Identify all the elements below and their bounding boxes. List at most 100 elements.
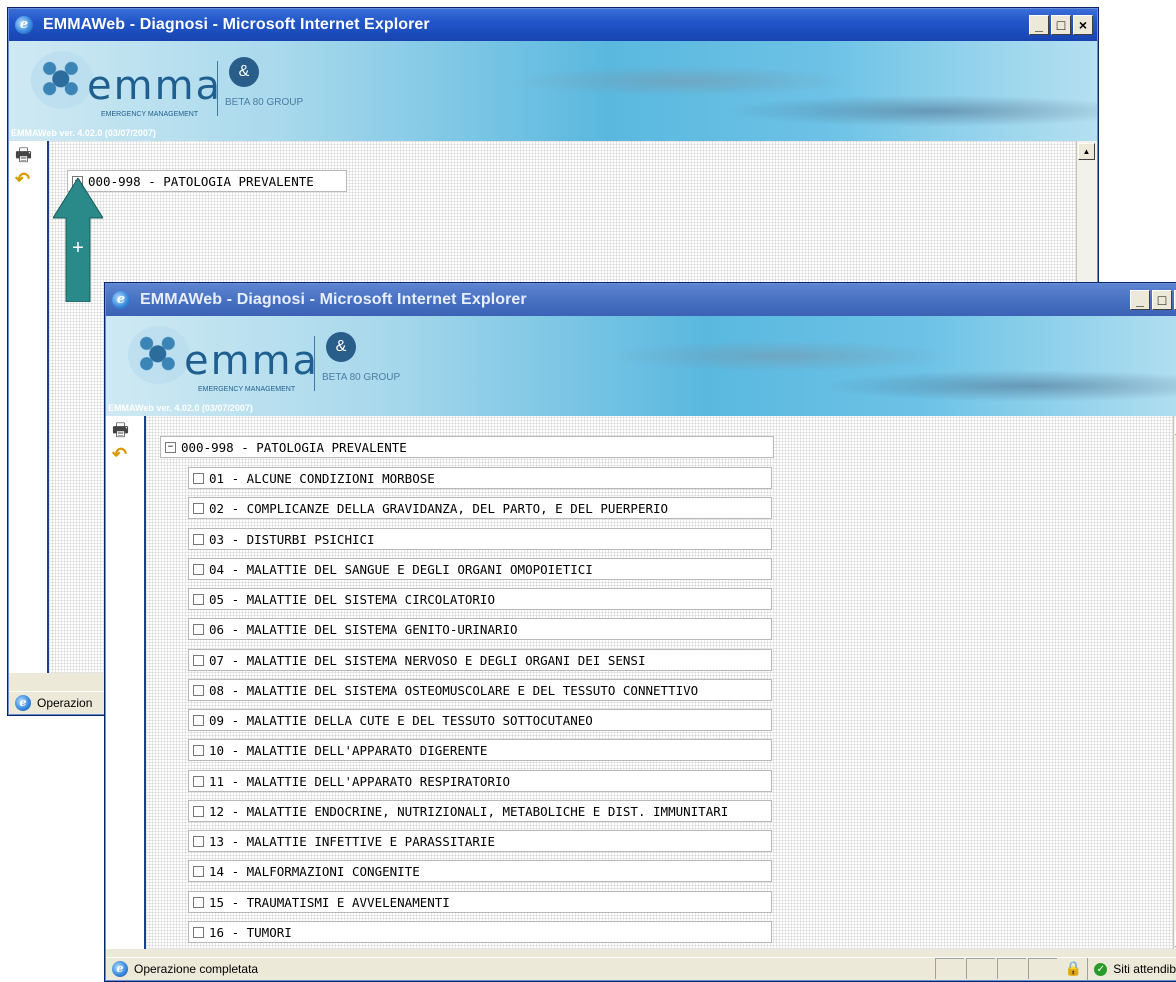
tree-child-node[interactable]: 10 - MALATTIE DELL'APPARATO DIGERENTE [188, 739, 772, 761]
checkbox[interactable] [193, 835, 204, 847]
tree-panel: − 000-998 - PATOLOGIA PREVALENTE 01 - AL… [146, 416, 1174, 949]
ie-logo-icon: e [112, 291, 130, 309]
checkbox[interactable] [193, 775, 204, 787]
emma-logo-icon [128, 326, 190, 384]
tree-child-node[interactable]: 14 - MALFORMAZIONI CONGENITE [188, 860, 772, 882]
tree-node-label: 12 - MALATTIE ENDOCRINE, NUTRIZIONALI, M… [209, 803, 729, 819]
minimize-button[interactable]: _ [1130, 290, 1150, 310]
tree-child-node[interactable]: 15 - TRAUMATISMI E AVVELENAMENTI [188, 891, 772, 913]
checkbox[interactable] [193, 926, 204, 938]
tree-child-node[interactable]: 03 - DISTURBI PSICHICI [188, 528, 772, 550]
checkbox[interactable] [193, 654, 204, 666]
checkbox[interactable] [193, 714, 204, 726]
beta80-logo-icon: & [229, 57, 259, 87]
tree-node-label: 10 - MALATTIE DELL'APPARATO DIGERENTE [209, 742, 488, 758]
logo-wordmark: emma [87, 63, 223, 109]
checkbox[interactable] [193, 865, 204, 877]
beta80-logo-icon: & [326, 332, 356, 362]
emma-logo-icon [31, 51, 93, 109]
tree-node-label: 07 - MALATTIE DEL SISTEMA NERVOSO E DEGL… [209, 652, 646, 668]
expand-annotation-arrow: + [53, 178, 103, 302]
tree-node-label: 04 - MALATTIE DEL SANGUE E DEGLI ORGANI … [209, 561, 593, 577]
tree-child-node[interactable]: 13 - MALATTIE INFETTIVE E PARASSITARIE [188, 830, 772, 852]
emma-banner: emma EMERGENCY MANAGEMENT & BETA 80 GROU… [106, 316, 1176, 416]
tree-child-node[interactable]: 06 - MALATTIE DEL SISTEMA GENITO-URINARI… [188, 618, 772, 640]
emma-banner: emma EMERGENCY MANAGEMENT & BETA 80 GROU… [9, 41, 1097, 141]
title-bar[interactable]: e EMMAWeb - Diagnosi - Microsoft Interne… [9, 9, 1097, 41]
status-bar: e Operazione completata 🔒 ✓ Siti attendi… [106, 957, 1176, 980]
status-panel [1028, 958, 1058, 979]
scroll-up-button[interactable]: ▲ [1078, 143, 1095, 160]
checkbox[interactable] [193, 805, 204, 817]
minimize-button[interactable]: _ [1029, 15, 1049, 35]
tree-child-node[interactable]: 04 - MALATTIE DEL SANGUE E DEGLI ORGANI … [188, 558, 772, 580]
status-panel [997, 958, 1027, 979]
checkbox[interactable] [193, 623, 204, 635]
printer-icon[interactable]: 🖶 [15, 145, 37, 165]
tree-node-label: 06 - MALATTIE DEL SISTEMA GENITO-URINARI… [209, 621, 518, 637]
tree-child-node[interactable]: 01 - ALCUNE CONDIZIONI MORBOSE [188, 467, 772, 489]
version-label: EMMAWeb ver. 4.02.0 (03/07/2007) [108, 403, 253, 413]
printer-icon[interactable]: 🖶 [112, 420, 134, 440]
checkbox[interactable] [193, 684, 204, 696]
tree-child-node[interactable]: 16 - TUMORI [188, 921, 772, 943]
tree-child-node[interactable]: 12 - MALATTIE ENDOCRINE, NUTRIZIONALI, M… [188, 800, 772, 822]
collapse-icon[interactable]: − [165, 441, 176, 453]
status-panels: 🔒 ✓ Siti attendibili [933, 958, 1176, 980]
back-arrow-icon[interactable]: ↶ [112, 444, 134, 464]
maximize-button[interactable]: □ [1051, 15, 1071, 35]
window-controls: _ □ × [1130, 290, 1176, 310]
tree-root-node[interactable]: − 000-998 - PATOLOGIA PREVALENTE [160, 436, 774, 458]
title-bar[interactable]: e EMMAWeb - Diagnosi - Microsoft Interne… [106, 284, 1176, 316]
checkbox[interactable] [193, 502, 204, 514]
tree-child-node[interactable]: 02 - COMPLICANZE DELLA GRAVIDANZA, DEL P… [188, 497, 772, 519]
tree-child-node[interactable]: 08 - MALATTIE DEL SISTEMA OSTEOMUSCOLARE… [188, 679, 772, 701]
status-text: Operazione completata [134, 962, 259, 976]
ie-status-icon: e [15, 695, 31, 711]
logo-subtitle: EMERGENCY MANAGEMENT [101, 111, 199, 118]
tree-child-node[interactable]: 09 - MALATTIE DELLA CUTE E DEL TESSUTO S… [188, 709, 772, 731]
annotation-plus-label: + [72, 237, 84, 259]
tree-node-label: 01 - ALCUNE CONDIZIONI MORBOSE [209, 470, 435, 486]
side-toolbar: 🖶 ↶ [9, 141, 49, 673]
front-browser-window: e EMMAWeb - Diagnosi - Microsoft Interne… [104, 282, 1176, 982]
tree-node-label: 000-998 - PATOLOGIA PREVALENTE [88, 173, 314, 189]
tree-node-label: 09 - MALATTIE DELLA CUTE E DEL TESSUTO S… [209, 712, 593, 728]
trusted-zone-icon: ✓ [1094, 962, 1108, 976]
window-controls: _ □ × [1029, 15, 1093, 35]
tree-child-node[interactable]: 05 - MALATTIE DEL SISTEMA CIRCOLATORIO [188, 588, 772, 610]
side-toolbar: 🖶 ↶ [106, 416, 146, 949]
tree-node-label: 14 - MALFORMAZIONI CONGENITE [209, 863, 420, 879]
checkbox[interactable] [193, 744, 204, 756]
tree-node-label: 11 - MALATTIE DELL'APPARATO RESPIRATORIO [209, 773, 511, 789]
security-zone[interactable]: ✓ Siti attendibili [1087, 958, 1176, 980]
version-label: EMMAWeb ver. 4.02.0 (03/07/2007) [11, 128, 156, 138]
tree-node-label: 02 - COMPLICANZE DELLA GRAVIDANZA, DEL P… [209, 500, 669, 516]
tree-child-node[interactable]: 07 - MALATTIE DEL SISTEMA NERVOSO E DEGL… [188, 649, 772, 671]
checkbox[interactable] [193, 472, 204, 484]
tree-child-node[interactable]: 11 - MALATTIE DELL'APPARATO RESPIRATORIO [188, 770, 772, 792]
logo-divider [217, 61, 218, 116]
zone-label: Siti attendibili [1113, 962, 1176, 976]
checkbox[interactable] [193, 533, 204, 545]
tree-node-label: 08 - MALATTIE DEL SISTEMA OSTEOMUSCOLARE… [209, 682, 699, 698]
checkbox[interactable] [193, 896, 204, 908]
back-arrow-icon[interactable]: ↶ [15, 169, 37, 189]
lock-icon: 🔒 [1064, 960, 1082, 976]
partner-name: BETA 80 GROUP [225, 97, 304, 108]
partner-name: BETA 80 GROUP [322, 372, 401, 383]
tree-node-label: 13 - MALATTIE INFETTIVE E PARASSITARIE [209, 833, 495, 849]
tree-node-label: 16 - TUMORI [209, 924, 292, 940]
logo-wordmark: emma [184, 338, 320, 384]
maximize-button[interactable]: □ [1152, 290, 1172, 310]
logo-subtitle: EMERGENCY MANAGEMENT [198, 386, 296, 393]
window-title: EMMAWeb - Diagnosi - Microsoft Internet … [140, 291, 527, 308]
tree-root-node[interactable]: + 000-998 - PATOLOGIA PREVALENTE [67, 170, 347, 192]
tree-node-label: 05 - MALATTIE DEL SISTEMA CIRCOLATORIO [209, 591, 495, 607]
close-button[interactable]: × [1073, 15, 1093, 35]
status-panel [935, 958, 965, 979]
checkbox[interactable] [193, 593, 204, 605]
tree-node-label: 000-998 - PATOLOGIA PREVALENTE [181, 439, 407, 455]
tree-node-label: 03 - DISTURBI PSICHICI [209, 531, 375, 547]
checkbox[interactable] [193, 563, 204, 575]
